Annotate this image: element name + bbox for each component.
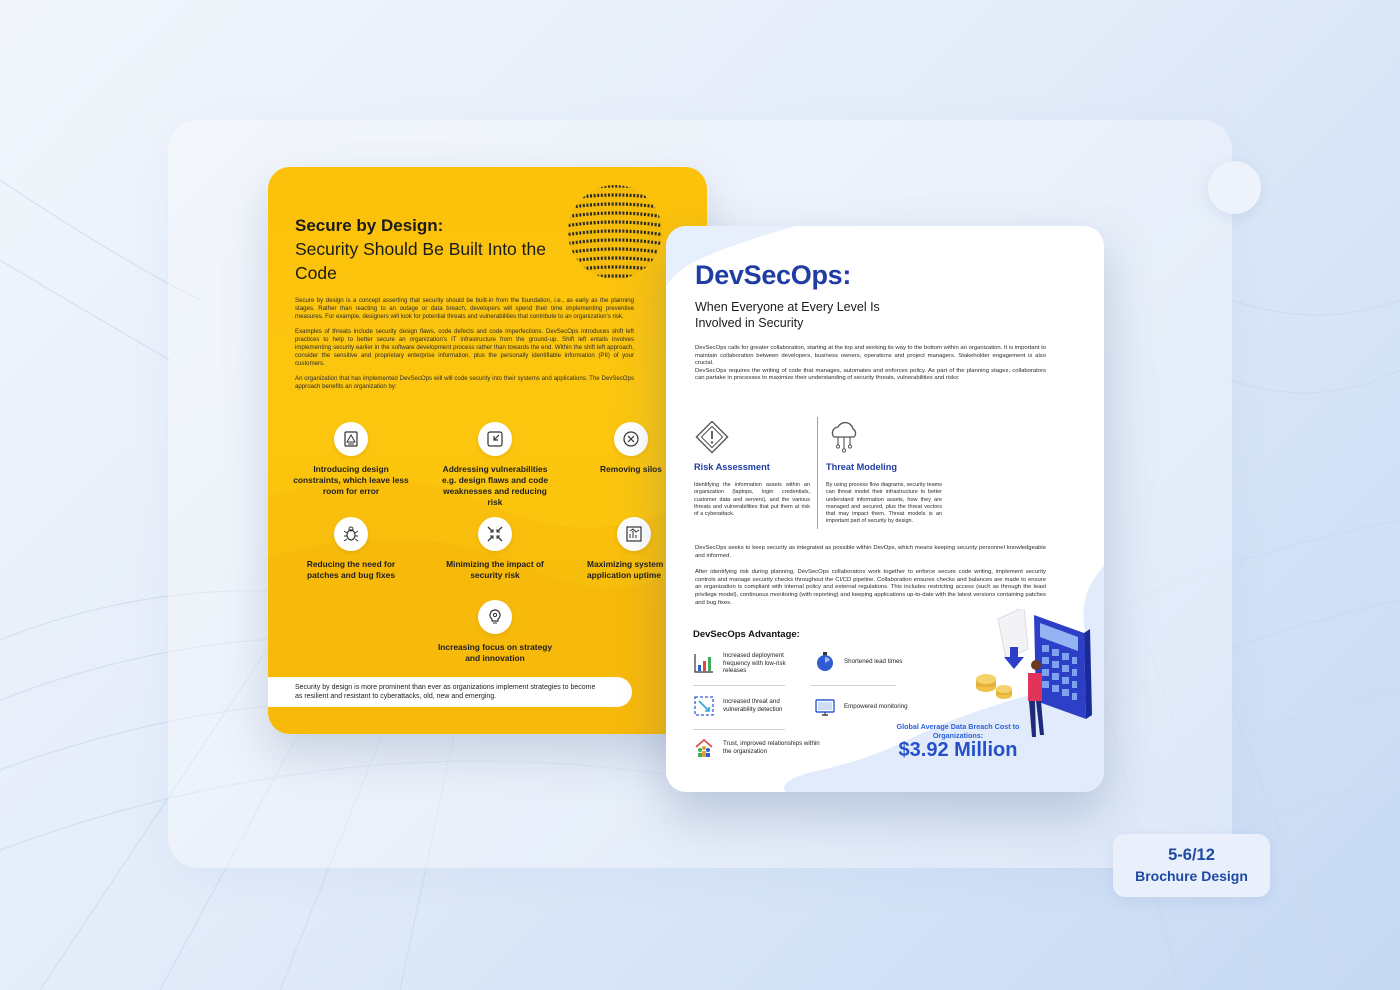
- risk-assessment-column: Risk Assessment Identifying the informat…: [694, 419, 810, 518]
- breach-cost-label: Global Average Data Breach Cost to Organ…: [896, 722, 1020, 740]
- paragraph: DevSecOps calls for greater collaboratio…: [695, 345, 1046, 367]
- paragraph: An organization that has implemented Dev…: [295, 375, 634, 390]
- advantage-divider: [693, 685, 785, 686]
- feature-reducing-patches: Reducing the need for patches and bug fi…: [291, 517, 411, 581]
- close-circle-icon: [614, 422, 648, 456]
- badge-label: Brochure Design: [1135, 868, 1248, 884]
- threat-modeling-column: Threat Modeling By using process flow di…: [826, 419, 942, 526]
- brochure-page-secure-by-design: Secure by Design: Security Should Be Bui…: [268, 167, 707, 734]
- advantage-divider: [811, 685, 896, 686]
- cloud-network-icon: [831, 421, 857, 453]
- left-page-footer-note: Security by design is more prominent tha…: [268, 677, 632, 707]
- system-chart-icon: [617, 517, 651, 551]
- risk-assessment-heading: Risk Assessment: [694, 462, 770, 472]
- feature-minimizing-impact: Minimizing the impact of security risk: [435, 517, 555, 581]
- stopwatch-icon: [817, 652, 833, 671]
- paragraph: Examples of threats include security des…: [295, 328, 634, 367]
- advantage-divider: [693, 729, 785, 730]
- risk-assessment-text: Identifying the information assets withi…: [694, 482, 810, 518]
- growth-chart-icon: [694, 654, 713, 673]
- right-page-title: DevSecOps:: [695, 260, 852, 290]
- page-badge: 5-6/12 Brochure Design: [1113, 834, 1270, 897]
- feature-focus-innovation: Increasing focus on strategy and innovat…: [435, 600, 555, 664]
- threat-modeling-heading: Threat Modeling: [826, 462, 897, 472]
- threat-modeling-text: By using process flow diagrams, security…: [826, 482, 942, 525]
- advantage-lead-times: Shortened lead times: [814, 651, 914, 673]
- feature-addressing-vulnerabilities: Addressing vulnerabilities e.g. design f…: [435, 422, 555, 508]
- breach-cost-value: $3.92 Million: [898, 739, 1018, 761]
- column-divider: [817, 417, 818, 529]
- converge-arrows-icon: [478, 517, 512, 551]
- threat-detection-icon: [694, 696, 714, 716]
- advantage-monitoring: Empowered monitoring: [814, 696, 914, 718]
- binary-globe-icon: [568, 185, 662, 279]
- advantage-trust: Trust, improved relationships within the…: [693, 737, 823, 759]
- warning-diamond-icon: [695, 420, 729, 454]
- team-house-icon: [695, 738, 713, 757]
- bug-icon: [334, 517, 368, 551]
- paragraph: After identifying risk during planning, …: [695, 569, 1046, 606]
- left-page-title: Secure by Design: Security Should Be Bui…: [295, 215, 555, 285]
- blueprint-icon: [334, 422, 368, 456]
- advantage-threat-detection: Increased threat and vulnerability detec…: [693, 695, 808, 717]
- paragraph: DevSecOps seeks to keep security as inte…: [695, 545, 1046, 559]
- decorative-circle: [1208, 161, 1261, 214]
- paragraph: Secure by design is a concept asserting …: [295, 297, 634, 320]
- monitor-icon: [815, 699, 835, 716]
- page-number: 5-6/12: [1168, 846, 1215, 864]
- left-page-body: Secure by design is a concept asserting …: [295, 297, 634, 398]
- brochure-page-devsecops: DevSecOps: When Everyone at Every Level …: [666, 226, 1104, 792]
- lightbulb-gear-icon: [478, 600, 512, 634]
- feature-design-constraints: Introducing design constraints, which le…: [291, 422, 411, 497]
- right-page-middle: DevSecOps seeks to keep security as inte…: [695, 545, 1046, 616]
- right-page-subtitle: When Everyone at Every Level Is Involved…: [695, 300, 880, 330]
- advantages-title: DevSecOps Advantage:: [693, 629, 800, 640]
- title-bold: Secure by Design:: [295, 216, 444, 235]
- right-page-intro: DevSecOps calls for greater collaboratio…: [695, 345, 1046, 383]
- paragraph: DevSecOps requires the writing of code t…: [695, 367, 1046, 382]
- advantage-deployment: Increased deployment frequency with low-…: [693, 652, 808, 675]
- title-rest: Security Should Be Built Into the Code: [295, 239, 546, 283]
- shrink-arrows-icon: [478, 422, 512, 456]
